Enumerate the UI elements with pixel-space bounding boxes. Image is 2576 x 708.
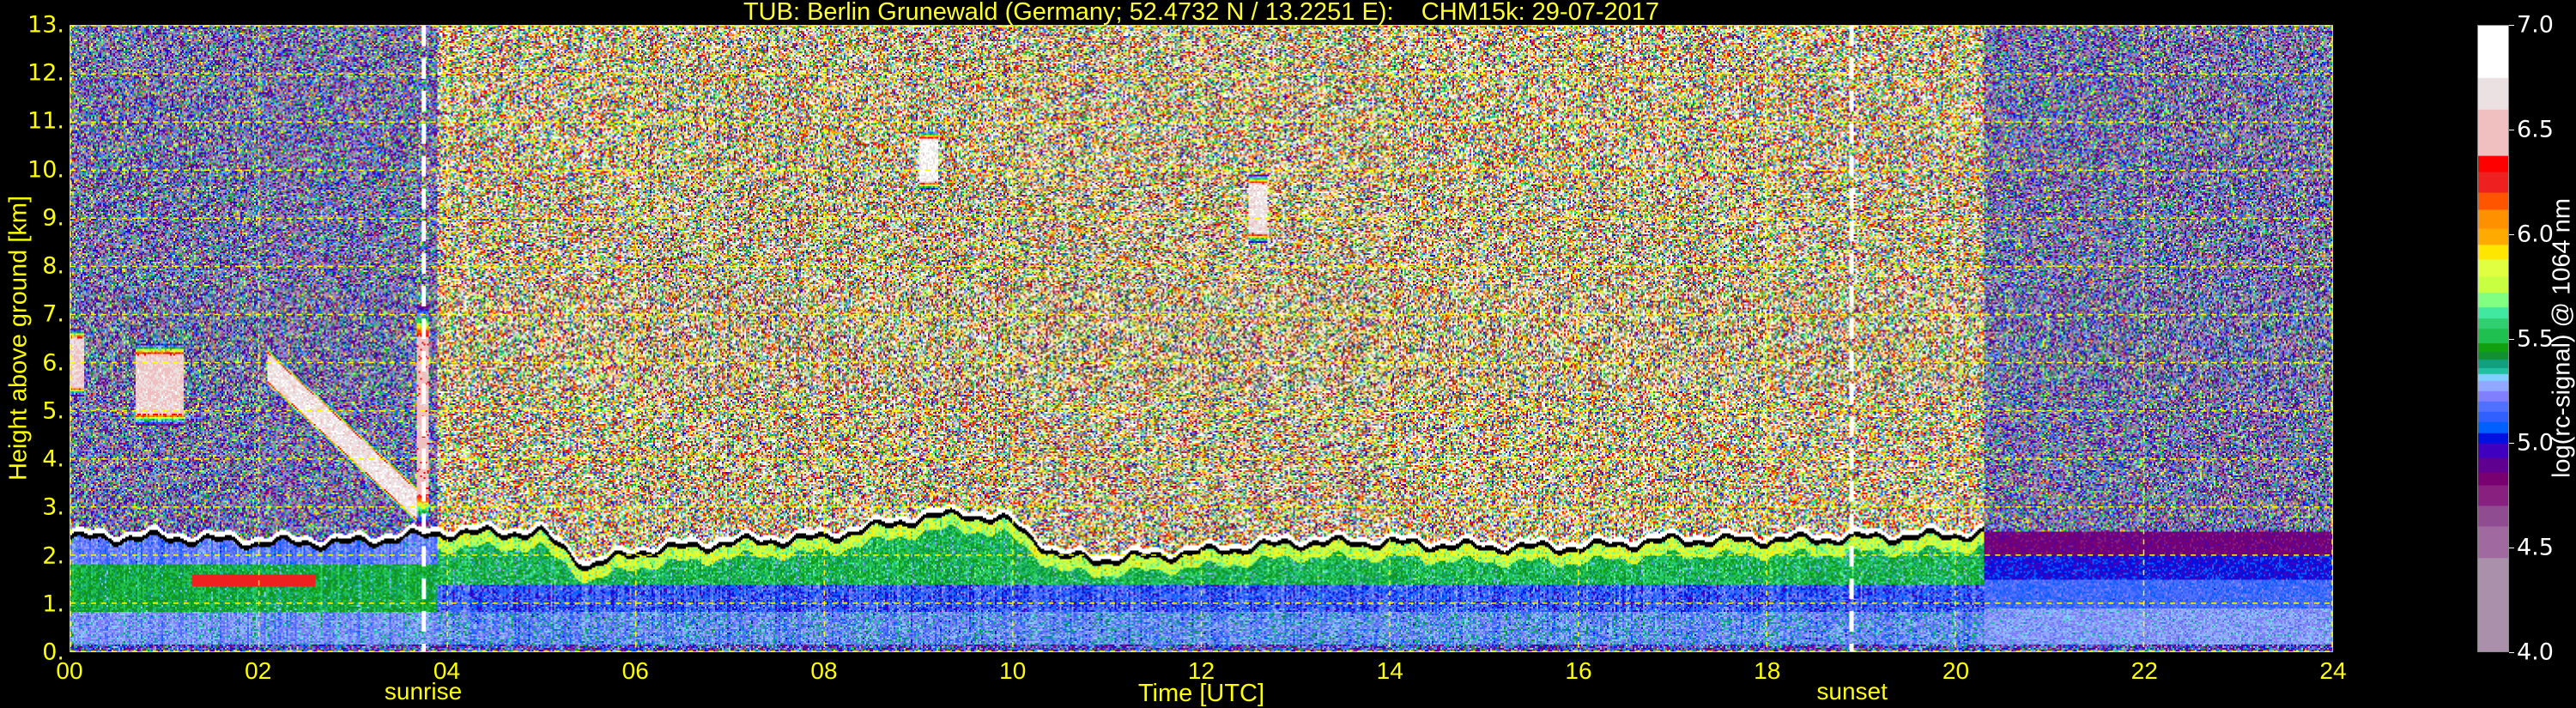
y-axis-label: Height above ground [km] xyxy=(5,196,33,481)
y-tick-label: 13. xyxy=(27,12,64,39)
colorbar-tick-mark xyxy=(2509,443,2514,444)
y-tick-label: 8. xyxy=(42,253,64,280)
y-tick-label: 9. xyxy=(42,204,64,231)
y-tick-label: 10. xyxy=(27,156,64,183)
colorbar-tick-mark xyxy=(2509,234,2514,235)
colorbar-tick-label: 6.5 xyxy=(2517,116,2554,142)
colorbar xyxy=(2477,25,2509,652)
colorbar-label: log(rc-signal) @ 1064 nm xyxy=(2549,198,2576,478)
y-tick-label: 4. xyxy=(42,446,64,473)
y-tick-label: 7. xyxy=(42,301,64,328)
colorbar-tick-mark xyxy=(2509,652,2514,653)
y-tick-label: 12. xyxy=(27,60,64,87)
colorbar-tick-mark xyxy=(2509,339,2514,340)
plot-area xyxy=(70,25,2333,652)
y-tick-label: 2. xyxy=(42,542,64,569)
colorbar-tick-label: 4.5 xyxy=(2517,535,2554,561)
y-tick-label: 3. xyxy=(42,494,64,521)
colorbar-tick-label: 4.0 xyxy=(2517,639,2554,666)
x-axis-label: Time [UTC] xyxy=(70,680,2333,708)
y-tick-label: 11. xyxy=(27,108,64,135)
colorbar-tick-label: 7.0 xyxy=(2517,12,2554,39)
chart-title: TUB: Berlin Grunewald (Germany; 52.4732 … xyxy=(70,0,2333,27)
y-tick-label: 1. xyxy=(42,590,64,617)
plot-overlay xyxy=(70,26,2332,651)
colorbar-tick-mark xyxy=(2509,25,2514,26)
y-tick-label: 6. xyxy=(42,349,64,376)
y-tick-label: 5. xyxy=(42,397,64,424)
